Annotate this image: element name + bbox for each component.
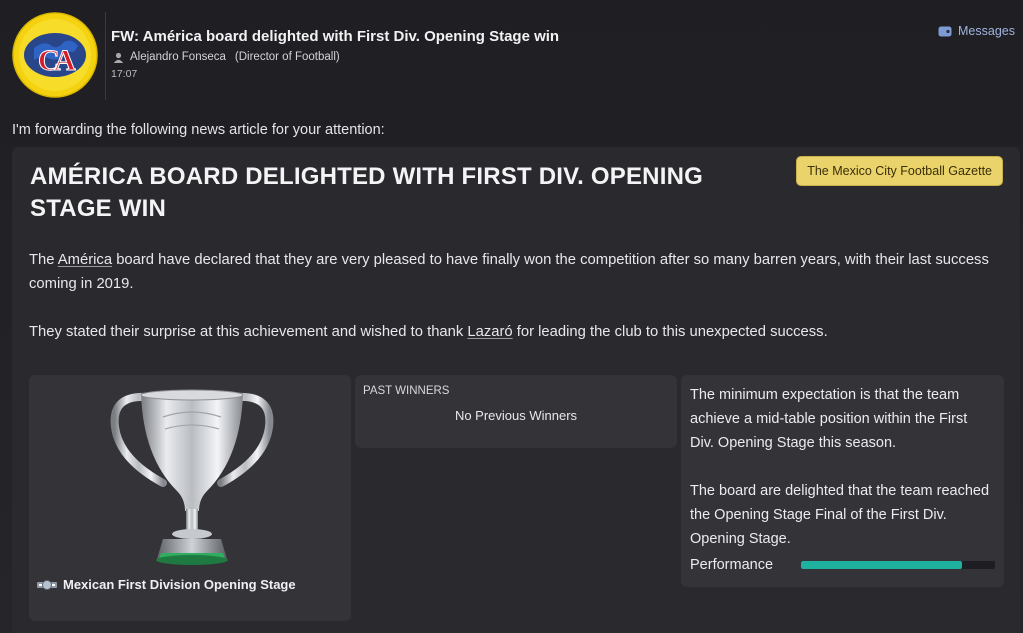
trophy-panel: Mexican First Division Opening Stage <box>29 375 351 621</box>
competition-link[interactable]: Mexican First Division Opening Stage <box>37 577 296 592</box>
performance-row: Performance <box>690 557 995 573</box>
expectation-paragraph-2: The board are delighted that the team re… <box>690 483 990 547</box>
article-headline: AMÉRICA BOARD DELIGHTED WITH FIRST DIV. … <box>30 163 703 222</box>
expectation-paragraph-1: The minimum expectation is that the team… <box>690 387 968 451</box>
message-icon <box>938 26 952 36</box>
message-time: 17:07 <box>111 68 138 80</box>
manager-link-lazaro[interactable]: Lazaró <box>467 324 512 340</box>
trophy-icon <box>110 389 274 565</box>
svg-text:A: A <box>54 44 76 77</box>
article-body: The América board have declared that the… <box>29 248 1009 344</box>
expectation-panel: The minimum expectation is that the team… <box>681 375 1004 587</box>
performance-bar-fill <box>801 561 963 569</box>
article-paragraph-1: The América board have declared that the… <box>29 248 1009 296</box>
club-america-crest-icon[interactable]: C A <box>12 12 98 98</box>
text: The <box>29 252 58 268</box>
competition-logo-icon <box>37 579 57 590</box>
source-badge[interactable]: The Mexico City Football Gazette <box>796 156 1003 186</box>
performance-bar <box>801 561 995 569</box>
text: board have declared that they are very p… <box>29 252 989 292</box>
text: for leading the club to this unexpected … <box>512 324 828 340</box>
messages-label[interactable]: Messages <box>958 24 1015 38</box>
messages-link[interactable]: Messages <box>938 24 1015 38</box>
past-winners-panel: PAST WINNERS No Previous Winners <box>355 375 677 448</box>
news-article-card: AMÉRICA BOARD DELIGHTED WITH FIRST DIV. … <box>12 147 1020 633</box>
club-link-america[interactable]: América <box>58 252 112 268</box>
article-paragraph-2: They stated their surprise at this achie… <box>29 320 1009 344</box>
forward-intro: I'm forwarding the following news articl… <box>12 122 385 138</box>
competition-name[interactable]: Mexican First Division Opening Stage <box>63 577 296 592</box>
expectation-text: The minimum expectation is that the team… <box>690 383 990 551</box>
header-divider <box>105 12 106 100</box>
past-winners-title: PAST WINNERS <box>363 385 450 397</box>
past-winners-empty: No Previous Winners <box>454 408 578 423</box>
sender-name[interactable]: Alejandro Fonseca <box>130 51 226 63</box>
message-subject: FW: América board delighted with First D… <box>111 28 560 45</box>
person-icon <box>113 52 124 63</box>
message-sender[interactable]: Alejandro Fonseca (Director of Football) <box>113 51 340 63</box>
news-item-page: C A FW: América board delighted with Fir… <box>0 0 1023 633</box>
text: They stated their surprise at this achie… <box>29 324 468 340</box>
performance-label: Performance <box>690 557 774 573</box>
sender-role: (Director of Football) <box>234 51 340 63</box>
